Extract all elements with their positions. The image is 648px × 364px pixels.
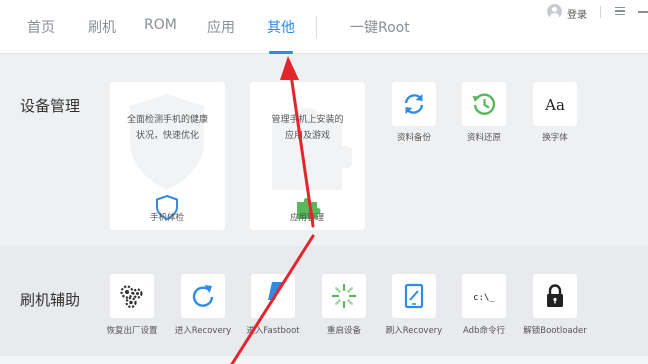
svg-text:Aa: Aa <box>544 96 565 114</box>
unlock-bootloader-label: 解锁Bootloader <box>523 326 587 336</box>
flash-recovery-button[interactable] <box>392 274 436 318</box>
lock-icon <box>547 284 563 307</box>
reboot-device-button[interactable] <box>322 274 366 318</box>
phone-check-label: 手机体检 <box>149 213 184 223</box>
change-font-label: 换字体 <box>542 133 568 143</box>
adb-command-button[interactable]: c:\_ <box>462 274 506 318</box>
active-tab-indicator <box>269 51 293 54</box>
app-management-label: 应用管理 <box>289 213 324 223</box>
enter-recovery-button[interactable] <box>181 274 225 318</box>
titlebar-divider <box>600 6 601 18</box>
gears-icon <box>120 285 143 309</box>
font-aa-icon: Aa <box>544 96 565 114</box>
refresh-arrow-icon <box>192 285 214 307</box>
tab-apps[interactable]: 应用 <box>207 17 235 37</box>
tab-flash[interactable]: 刷机 <box>88 17 116 37</box>
phone-check-description: 全面检测手机的健康 状况，快速优化 <box>126 115 208 141</box>
flash-assistant-section: 刷机辅助 恢复出厂设置 进入Recovery 进入Fastboot 重启设备 刷… <box>0 246 648 356</box>
top-nav-bar: 首页 刷机 ROM 应用 其他 一键Root 登录 <box>0 0 648 54</box>
enter-fastboot-button[interactable] <box>251 274 295 318</box>
nav-divider <box>316 16 317 38</box>
app-management-description: 管理手机上安装的 应用及游戏 <box>271 115 344 141</box>
tab-home[interactable]: 首页 <box>27 17 55 37</box>
phone-check-card[interactable]: 全面检测手机的健康 状况，快速优化 <box>110 82 225 230</box>
factory-reset-button[interactable] <box>110 274 154 318</box>
sync-arrows-icon <box>404 94 424 114</box>
user-avatar-icon[interactable] <box>547 4 562 19</box>
tab-rom[interactable]: ROM <box>144 17 177 33</box>
menu-icon[interactable] <box>615 7 625 15</box>
clock-restore-icon <box>472 93 496 115</box>
device-management-section: 设备管理 全面检测手机的健康 状况，快速优化 手机体检 管理手机上安装的 应用及… <box>0 55 648 246</box>
section-title-flash: 刷机辅助 <box>20 291 81 309</box>
bottom-strip <box>0 356 648 364</box>
tab-other[interactable]: 其他 <box>267 17 295 37</box>
change-font-button[interactable]: Aa <box>533 82 577 126</box>
app-management-card[interactable]: 管理手机上安装的 应用及游戏 <box>250 82 365 230</box>
backup-button[interactable] <box>392 82 436 126</box>
login-link[interactable]: 登录 <box>567 6 587 21</box>
minimize-icon[interactable] <box>638 11 648 13</box>
restore-button[interactable] <box>462 82 506 126</box>
tab-one-click-root[interactable]: 一键Root <box>350 17 410 37</box>
section-title-device: 设备管理 <box>20 97 81 115</box>
lightning-icon <box>268 282 282 300</box>
tablet-pen-icon <box>404 283 424 309</box>
svg-text:c:\_: c:\_ <box>473 293 495 303</box>
spinner-icon <box>331 283 357 309</box>
terminal-icon: c:\_ <box>473 293 495 303</box>
unlock-bootloader-button[interactable] <box>533 274 577 318</box>
